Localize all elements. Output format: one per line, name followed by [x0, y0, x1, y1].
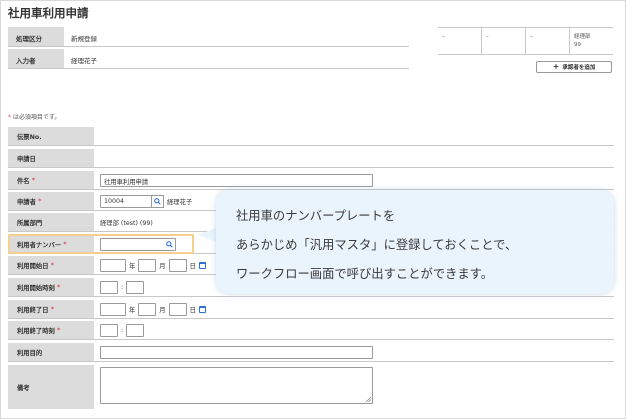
apply-date-value — [94, 149, 614, 167]
approver-code: 99 — [574, 42, 581, 48]
end-time-row: 利用終了時刻 * : — [8, 321, 614, 340]
required-mark: * — [56, 283, 61, 291]
remarks-label: 備考 — [8, 365, 94, 409]
start-minute-input[interactable] — [126, 280, 145, 294]
slip-no-row: 伝票No. — [8, 127, 614, 146]
time-separator: : — [121, 326, 124, 334]
callout-tail — [198, 227, 218, 243]
start-year-input[interactable] — [100, 258, 126, 272]
applicant-label-cell: 申請者 * — [8, 192, 94, 210]
end-time-label: 利用終了時刻 — [17, 327, 55, 335]
end-day-input[interactable] — [168, 302, 187, 316]
required-mark: * — [56, 326, 61, 334]
start-time-label: 利用開始時刻 — [17, 284, 55, 292]
required-note: * は必須項目です。 — [8, 112, 60, 121]
year-unit: 年 — [129, 306, 136, 314]
approver-slot[interactable]: – — [481, 28, 525, 54]
required-mark: * — [8, 114, 11, 121]
start-day-input[interactable] — [168, 258, 187, 272]
calendar-icon[interactable] — [198, 305, 206, 313]
calendar-icon[interactable] — [198, 261, 206, 269]
applicant-code-input[interactable]: 10004 — [100, 194, 152, 208]
applicant-label: 申請者 — [17, 198, 36, 206]
approver-slot[interactable]: – — [438, 28, 481, 54]
purpose-input[interactable] — [100, 345, 373, 359]
approver-slot-text: – — [530, 34, 533, 40]
callout-bubble: 社用車のナンバープレートを あらかじめ「汎用マスタ」に登録しておくことで、 ワー… — [216, 190, 614, 294]
required-mark: * — [31, 176, 36, 184]
approver-dept: 経理部 — [574, 34, 591, 40]
end-date-label-cell: 利用終了日 * — [8, 300, 94, 318]
month-unit: 月 — [159, 306, 166, 314]
plus-icon: + — [552, 62, 560, 71]
subject-value-cell: 社用車利用申請 — [94, 171, 614, 189]
required-mark: * — [38, 197, 42, 205]
year-unit: 年 — [129, 262, 136, 270]
start-date-label: 利用開始日 — [17, 262, 49, 270]
day-unit: 日 — [189, 262, 196, 270]
entrant-value: 経理花子 — [71, 57, 97, 65]
start-month-input[interactable] — [138, 258, 157, 272]
end-hour-input[interactable] — [100, 323, 118, 337]
resize-handle-icon[interactable] — [365, 396, 371, 402]
end-date-value-cell: 年 月 日 — [94, 300, 614, 318]
apply-date-label: 申請日 — [8, 149, 94, 167]
approver-slot[interactable]: 経理部 99 — [569, 28, 613, 54]
slip-no-value — [94, 127, 614, 145]
start-time-label-cell: 利用開始時刻 * — [8, 278, 94, 296]
end-minute-input[interactable] — [126, 323, 145, 337]
processing-type-label: 処理区分 — [8, 27, 64, 46]
day-unit: 日 — [189, 306, 196, 314]
search-icon — [154, 197, 161, 205]
purpose-value-cell — [94, 343, 614, 361]
approver-slot-text: – — [486, 34, 489, 40]
page-title: 社用車利用申請 — [8, 6, 89, 20]
end-time-value-cell: : — [94, 321, 614, 339]
entrant-label: 入力者 — [8, 49, 64, 68]
time-separator: : — [121, 283, 124, 291]
remarks-value-cell — [94, 365, 614, 409]
applicant-search-button[interactable] — [151, 194, 164, 208]
remarks-row: 備考 — [8, 365, 614, 409]
month-unit: 月 — [159, 262, 166, 270]
start-date-label-cell: 利用開始日 * — [8, 256, 94, 274]
approver-slot-text: – — [442, 34, 445, 40]
end-date-row: 利用終了日 * 年 月 日 — [8, 300, 614, 319]
purpose-row: 利用目的 — [8, 343, 614, 362]
subject-label: 件名 — [17, 177, 30, 185]
apply-date-row: 申請日 — [8, 149, 614, 168]
add-approver-button[interactable]: + 承認者を追加 — [536, 61, 612, 73]
applicant-name: 経理花子 — [167, 198, 193, 206]
subject-input[interactable]: 社用車利用申請 — [100, 173, 373, 187]
end-time-label-cell: 利用終了時刻 * — [8, 321, 94, 339]
approver-route-table: – – – 経理部 99 — [438, 27, 613, 55]
callout-line-1: 社用車のナンバープレートを — [236, 209, 396, 223]
subject-label-cell: 件名 * — [8, 171, 94, 189]
processing-type-value: 新規登録 — [71, 35, 97, 43]
remarks-textarea[interactable] — [100, 367, 373, 404]
required-note-text: は必須項目です。 — [12, 114, 61, 121]
processing-type-row: 処理区分 新規登録 — [8, 27, 409, 47]
approver-slot[interactable]: – — [525, 28, 569, 54]
required-mark: * — [50, 305, 54, 313]
callout-line-3: ワークフロー画面で呼び出すことができます。 — [236, 267, 494, 281]
dept-label: 所属部門 — [8, 213, 94, 231]
end-year-input[interactable] — [100, 302, 126, 316]
end-date-label: 利用終了日 — [17, 306, 49, 314]
entrant-row: 入力者 経理花子 — [8, 49, 409, 69]
callout-line-2: あらかじめ「汎用マスタ」に登録しておくことで、 — [236, 238, 518, 252]
add-approver-label: 承認者を追加 — [562, 65, 596, 71]
end-month-input[interactable] — [138, 302, 157, 316]
purpose-label: 利用目的 — [8, 343, 94, 361]
slip-no-label: 伝票No. — [8, 127, 94, 145]
start-hour-input[interactable] — [100, 280, 118, 294]
car-number-highlight — [8, 234, 194, 254]
subject-row: 件名 * 社用車利用申請 — [8, 171, 614, 190]
required-mark: * — [50, 261, 54, 269]
